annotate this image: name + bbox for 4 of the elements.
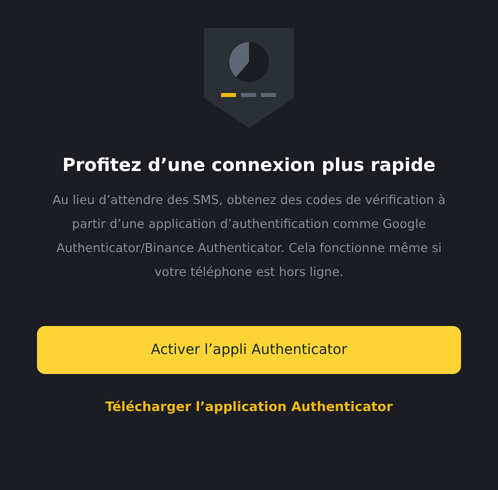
download-link[interactable]: Télécharger l’application Authenticator <box>105 400 393 415</box>
title: Profitez d’une connexion plus rapide <box>62 154 436 178</box>
activate-button[interactable]: Activer l’appli Authenticator <box>37 326 461 374</box>
description: Au lieu d’attendre des SMS, obtenez des codes de vérification à partir d’une application d’authentification comme Google Authenticator/Binance Authenticator. Cela fonctionne même si votre téléphone est hors ligne. <box>52 192 446 281</box>
